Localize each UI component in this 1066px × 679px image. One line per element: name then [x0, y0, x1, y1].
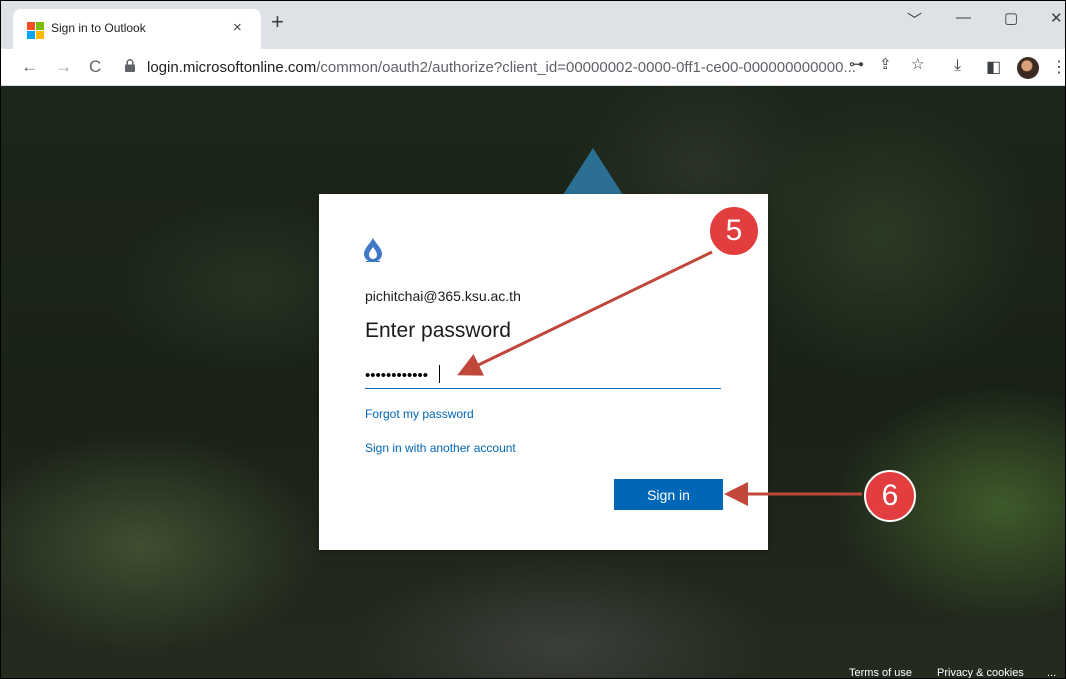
more-options-link[interactable]: ... — [1047, 667, 1056, 678]
signin-card: pichitchai@365.ksu.ac.th Enter password … — [319, 194, 768, 550]
star-icon[interactable]: ☆ — [911, 55, 924, 73]
step-5-marker: 5 — [708, 205, 760, 257]
side-panel-icon[interactable]: ◧ — [986, 57, 1001, 77]
browser-window: Sign in to Outlook × + ﹀ — ▢ ✕ ← → C log… — [0, 0, 1066, 679]
url-host: login.microsoftonline.com — [147, 59, 317, 76]
terms-of-use-link[interactable]: Terms of use — [849, 667, 912, 678]
text-caret — [439, 365, 440, 383]
step-6-marker: 6 — [864, 470, 916, 522]
address-bar[interactable]: login.microsoftonline.com/common/oauth2/… — [113, 52, 941, 82]
key-icon[interactable]: ⊶ — [849, 55, 864, 73]
share-icon[interactable]: ⇪ — [879, 55, 892, 73]
minimize-button[interactable]: — — [956, 9, 971, 26]
url-text[interactable]: login.microsoftonline.com/common/oauth2/… — [147, 59, 856, 76]
sign-in-another-account-link[interactable]: Sign in with another account — [365, 441, 516, 455]
back-button[interactable]: ← — [21, 57, 38, 77]
privacy-cookies-link[interactable]: Privacy & cookies — [937, 667, 1024, 678]
tab-strip: Sign in to Outlook × + ﹀ — ▢ ✕ — [1, 1, 1065, 49]
tab-search-chevron-icon[interactable]: ﹀ — [907, 9, 922, 30]
sign-in-button[interactable]: Sign in — [614, 479, 723, 510]
forgot-password-link[interactable]: Forgot my password — [365, 407, 474, 421]
password-field[interactable] — [365, 362, 721, 389]
forward-button[interactable]: → — [55, 57, 72, 77]
browser-toolbar: ← → C login.microsoftonline.com/common/o… — [1, 49, 1065, 86]
tab-sign-in-outlook[interactable]: Sign in to Outlook × — [13, 9, 261, 49]
account-email: pichitchai@365.ksu.ac.th — [365, 288, 521, 304]
microsoft-logo-icon — [27, 22, 44, 39]
background-roof-shape — [561, 148, 625, 198]
url-path: /common/oauth2/authorize?client_id=00000… — [316, 59, 856, 76]
menu-icon[interactable]: ⋮ — [1051, 57, 1065, 77]
profile-avatar[interactable] — [1017, 57, 1039, 79]
tab-title: Sign in to Outlook — [51, 21, 146, 35]
new-tab-button[interactable]: + — [271, 11, 284, 33]
tab-close-icon[interactable]: × — [233, 19, 242, 36]
organization-logo-icon — [364, 238, 382, 262]
reload-button[interactable]: C — [89, 57, 101, 77]
download-icon[interactable]: ⤓ — [954, 57, 961, 75]
lock-icon[interactable] — [125, 59, 135, 72]
close-window-button[interactable]: ✕ — [1050, 9, 1063, 27]
maximize-button[interactable]: ▢ — [1004, 9, 1018, 27]
page-title: Enter password — [365, 319, 511, 342]
